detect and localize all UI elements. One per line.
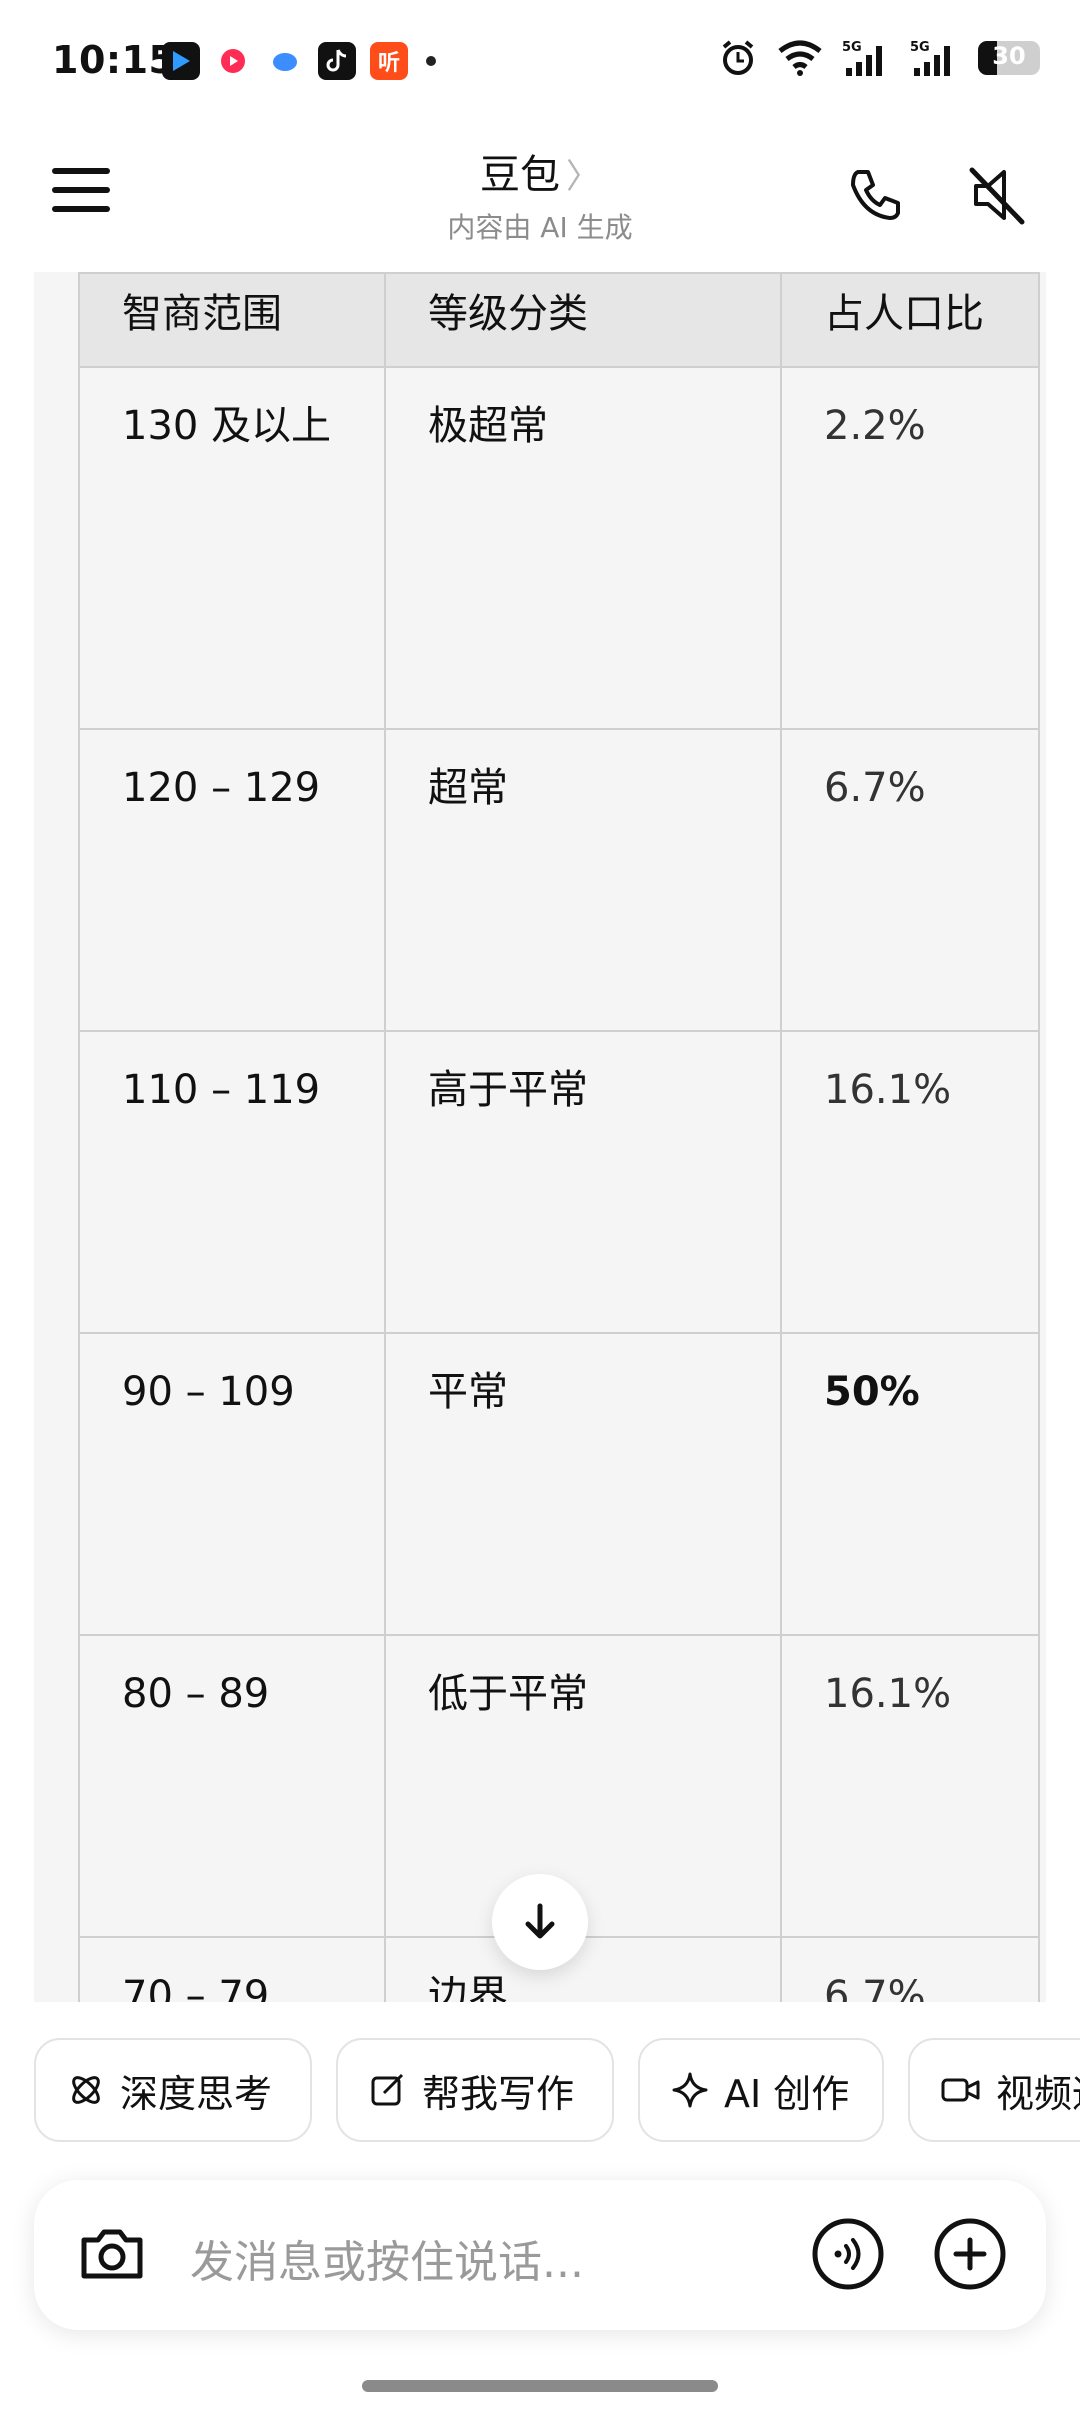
- add-attachment-button[interactable]: [932, 2216, 1008, 2296]
- iq-table: 智商范围 等级分类 占人口比 130 及以上 极超常 2.2% 120 – 12…: [78, 272, 1040, 2002]
- iq-range-cell: 130 及以上: [78, 366, 386, 730]
- 5g-signal-icon: 5G: [842, 40, 882, 76]
- table-row: 110 – 119 高于平常 16.1%: [78, 1030, 1040, 1334]
- camera-icon: [81, 2229, 143, 2279]
- message-input[interactable]: 发消息或按住说话...: [190, 2226, 584, 2290]
- category-cell: 边界: [384, 1936, 782, 2002]
- phone-icon: [851, 170, 900, 220]
- quick-actions: 深度思考 帮我写作 AI 创作 视频通: [34, 2038, 1080, 2142]
- category-cell: 平常: [384, 1332, 782, 1636]
- speaker-muted-icon: [969, 167, 1025, 225]
- system-icons: 5G 5G 30: [718, 38, 1040, 78]
- percent-cell: 16.1%: [780, 1634, 1040, 1938]
- chevron-right-icon: 〉: [566, 157, 600, 197]
- chip-label: 帮我写作: [422, 2071, 575, 2116]
- ai-generated-notice: 内容由 AI 生成: [447, 211, 633, 244]
- notification-icons: 听: [162, 42, 436, 80]
- table-header-cell: 等级分类: [384, 272, 782, 368]
- voice-wave-icon: [812, 2218, 884, 2290]
- percent-cell: 16.1%: [780, 1030, 1040, 1334]
- percent-cell: 50%: [780, 1332, 1040, 1636]
- plus-icon: [934, 2218, 1006, 2290]
- percent-cell: 6.7%: [780, 728, 1040, 1032]
- category-cell: 高于平常: [384, 1030, 782, 1334]
- table-header-cell: 智商范围: [78, 272, 386, 368]
- listen-app-icon: 听: [370, 42, 408, 80]
- table-header-cell: 占人口比: [780, 272, 1040, 368]
- scroll-to-bottom-button[interactable]: [492, 1874, 588, 1970]
- battery-icon: 30: [978, 41, 1040, 75]
- table-row: 120 – 129 超常 6.7%: [78, 728, 1040, 1032]
- play-store-icon: [162, 42, 200, 80]
- video-icon: [941, 2078, 980, 2102]
- chip-label: 视频通: [996, 2071, 1080, 2116]
- voice-input-button[interactable]: [810, 2216, 886, 2296]
- iq-range-cell: 80 – 89: [78, 1634, 386, 1938]
- camera-button[interactable]: [74, 2216, 150, 2296]
- alarm-icon: [722, 40, 754, 75]
- percent-cell: 2.2%: [780, 366, 1040, 730]
- category-cell: 极超常: [384, 366, 782, 730]
- mute-button[interactable]: [962, 160, 1032, 230]
- home-indicator[interactable]: [362, 2380, 718, 2392]
- more-notifications-dot: [426, 56, 436, 66]
- svg-text:5G: 5G: [842, 40, 862, 55]
- svg-text:5G: 5G: [910, 40, 930, 55]
- iq-range-cell: 70 – 79: [78, 1936, 386, 2002]
- chat-title[interactable]: 豆包〉: [0, 142, 1080, 200]
- message-input-bar: 发消息或按住说话...: [34, 2180, 1046, 2330]
- percent-cell: 6.7%: [780, 1936, 1040, 2002]
- cloud-icon: [266, 42, 304, 80]
- atom-icon: [72, 2076, 100, 2104]
- tiktok-icon: [318, 42, 356, 80]
- battery-level: 30: [992, 42, 1026, 70]
- ai-create-chip[interactable]: AI 创作: [638, 2038, 884, 2142]
- video-call-chip[interactable]: 视频通: [908, 2038, 1080, 2142]
- table-row: 130 及以上 极超常 2.2%: [78, 366, 1040, 730]
- chip-label: 深度思考: [120, 2071, 273, 2116]
- table-row: 90 – 109 平常 50%: [78, 1332, 1040, 1636]
- category-cell: 超常: [384, 728, 782, 1032]
- wifi-icon: [778, 40, 822, 76]
- message-content: 智商范围 等级分类 占人口比 130 及以上 极超常 2.2% 120 – 12…: [34, 272, 1046, 2002]
- phone-call-button[interactable]: [840, 160, 910, 230]
- help-write-chip[interactable]: 帮我写作: [336, 2038, 614, 2142]
- video-app-icon: [214, 42, 252, 80]
- table-header-row: 智商范围 等级分类 占人口比: [78, 272, 1040, 368]
- iq-range-cell: 110 – 119: [78, 1030, 386, 1334]
- chat-header: 豆包〉 内容由 AI 生成: [0, 120, 1080, 270]
- title-block[interactable]: 豆包〉 内容由 AI 生成: [0, 142, 1080, 246]
- chat-title-text: 豆包: [480, 152, 560, 198]
- category-cell: 低于平常: [384, 1634, 782, 1938]
- arrow-down-icon: [525, 1903, 555, 1939]
- status-bar: 10:15 听 5G 5G 30: [0, 0, 1080, 120]
- edit-icon: [371, 2073, 404, 2106]
- iq-range-cell: 90 – 109: [78, 1332, 386, 1636]
- sparkle-icon: [672, 2072, 708, 2108]
- deep-thinking-chip[interactable]: 深度思考: [34, 2038, 312, 2142]
- iq-range-cell: 120 – 129: [78, 728, 386, 1032]
- status-time: 10:15: [52, 38, 176, 82]
- chip-label: AI 创作: [724, 2071, 850, 2116]
- 5g-signal-icon: 5G: [910, 40, 950, 76]
